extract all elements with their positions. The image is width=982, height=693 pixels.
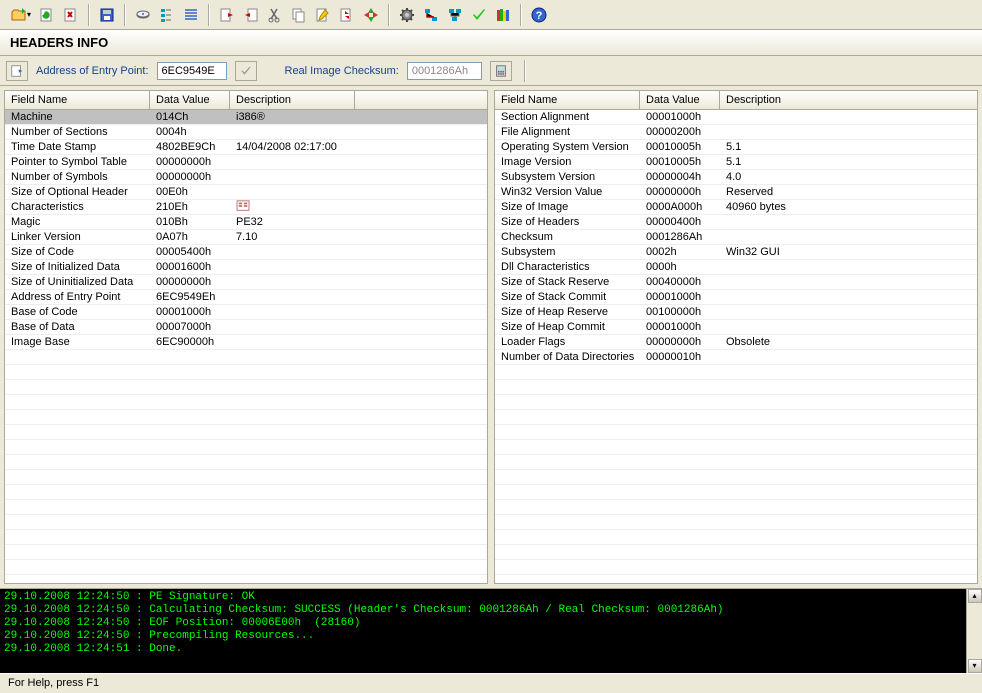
console-panel: 29.10.2008 12:24:50 : PE Signature: OK 2… bbox=[0, 588, 982, 673]
table-row[interactable]: Address of Entry Point6EC9549Eh bbox=[5, 290, 487, 305]
column-header[interactable]: Data Value bbox=[640, 91, 720, 109]
table-row[interactable]: File Alignment00000200h bbox=[495, 125, 977, 140]
apply-button[interactable] bbox=[235, 61, 257, 81]
import-button[interactable] bbox=[240, 4, 262, 26]
table-row[interactable]: Size of Code00005400h bbox=[5, 245, 487, 260]
checksum-input bbox=[407, 62, 482, 80]
table-row[interactable]: Number of Data Directories00000010h bbox=[495, 350, 977, 365]
help-button[interactable]: ? bbox=[528, 4, 550, 26]
table-row[interactable]: Linker Version0A07h7.10 bbox=[5, 230, 487, 245]
export-button[interactable] bbox=[216, 4, 238, 26]
table-row[interactable]: Base of Code00001000h bbox=[5, 305, 487, 320]
table-row[interactable]: Subsystem0002hWin32 GUI bbox=[495, 245, 977, 260]
tables-container: Field NameData ValueDescription Machine0… bbox=[0, 86, 982, 588]
table-row[interactable]: Dll Characteristics0000h bbox=[495, 260, 977, 275]
entry-point-input[interactable] bbox=[157, 62, 227, 80]
log-output[interactable]: 29.10.2008 12:24:50 : PE Signature: OK 2… bbox=[0, 589, 966, 673]
column-header[interactable]: Field Name bbox=[5, 91, 150, 109]
table-row[interactable]: Size of Optional Header00E0h bbox=[5, 185, 487, 200]
entry-point-label: Address of Entry Point: bbox=[36, 65, 149, 77]
table-row[interactable]: Size of Initialized Data00001600h bbox=[5, 260, 487, 275]
left-table-body[interactable]: Machine014Chi386®Number of Sections0004h… bbox=[5, 110, 487, 583]
table-row[interactable]: Size of Stack Commit00001000h bbox=[495, 290, 977, 305]
open-dropdown-button[interactable] bbox=[4, 4, 34, 26]
main-toolbar: ? bbox=[0, 0, 982, 30]
copy-button[interactable] bbox=[288, 4, 310, 26]
edit-button[interactable] bbox=[312, 4, 334, 26]
books-button[interactable] bbox=[492, 4, 514, 26]
right-table-body[interactable]: Section Alignment00001000hFile Alignment… bbox=[495, 110, 977, 583]
cut-button[interactable] bbox=[264, 4, 286, 26]
table-row[interactable]: Loader Flags00000000hObsolete bbox=[495, 335, 977, 350]
table-row[interactable]: Magic010BhPE32 bbox=[5, 215, 487, 230]
link-button[interactable] bbox=[444, 4, 466, 26]
table-row[interactable]: Size of Heap Commit00001000h bbox=[495, 320, 977, 335]
table-row[interactable]: Size of Uninitialized Data00000000h bbox=[5, 275, 487, 290]
column-header[interactable]: Description bbox=[720, 91, 977, 109]
close-button[interactable] bbox=[60, 4, 82, 26]
table-row[interactable]: Image Version00010005h5.1 bbox=[495, 155, 977, 170]
refresh-button[interactable] bbox=[36, 4, 58, 26]
table-row[interactable]: Subsystem Version00000004h4.0 bbox=[495, 170, 977, 185]
page-title: HEADERS INFO bbox=[0, 30, 982, 56]
column-header[interactable]: Data Value bbox=[150, 91, 230, 109]
gear-button[interactable] bbox=[396, 4, 418, 26]
connect-button[interactable] bbox=[420, 4, 442, 26]
table-row[interactable]: Checksum0001286Ah bbox=[495, 230, 977, 245]
table-row[interactable]: Operating System Version00010005h5.1 bbox=[495, 140, 977, 155]
table-row[interactable]: Characteristics210Eh bbox=[5, 200, 487, 215]
swap-button[interactable] bbox=[336, 4, 358, 26]
svg-text:?: ? bbox=[536, 10, 543, 22]
table-row[interactable]: Section Alignment00001000h bbox=[495, 110, 977, 125]
table-row[interactable]: Size of Heap Reserve00100000h bbox=[495, 305, 977, 320]
status-bar: For Help, press F1 bbox=[0, 673, 982, 693]
table-row[interactable]: Size of Image0000A000h40960 bytes bbox=[495, 200, 977, 215]
right-table: Field NameData ValueDescription Section … bbox=[494, 90, 978, 584]
table-row[interactable]: Number of Symbols00000000h bbox=[5, 170, 487, 185]
table-row[interactable]: Win32 Version Value00000000hReserved bbox=[495, 185, 977, 200]
entry-icon-button[interactable] bbox=[6, 61, 28, 81]
nav-button[interactable] bbox=[360, 4, 382, 26]
console-scrollbar[interactable]: ▴ ▾ bbox=[966, 589, 982, 673]
table-row[interactable]: Size of Headers00000400h bbox=[495, 215, 977, 230]
save-button[interactable] bbox=[96, 4, 118, 26]
left-table: Field NameData ValueDescription Machine0… bbox=[4, 90, 488, 584]
table-row[interactable]: Size of Stack Reserve00040000h bbox=[495, 275, 977, 290]
flags-icon bbox=[230, 200, 355, 215]
table-row[interactable]: Time Date Stamp4802BE9Ch14/04/2008 02:17… bbox=[5, 140, 487, 155]
table-row[interactable]: Pointer to Symbol Table00000000h bbox=[5, 155, 487, 170]
calculator-button[interactable] bbox=[490, 61, 512, 81]
table-row[interactable]: Base of Data00007000h bbox=[5, 320, 487, 335]
disk-button[interactable] bbox=[132, 4, 154, 26]
table-row[interactable]: Number of Sections0004h bbox=[5, 125, 487, 140]
check-button[interactable] bbox=[468, 4, 490, 26]
table-row[interactable]: Image Base6EC90000h bbox=[5, 335, 487, 350]
scroll-down-button[interactable]: ▾ bbox=[968, 659, 982, 673]
list-button[interactable] bbox=[180, 4, 202, 26]
checksum-label: Real Image Checksum: bbox=[285, 65, 399, 77]
tree-button[interactable] bbox=[156, 4, 178, 26]
table-row[interactable]: Machine014Chi386® bbox=[5, 110, 487, 125]
column-header[interactable]: Description bbox=[230, 91, 355, 109]
column-header[interactable]: Field Name bbox=[495, 91, 640, 109]
entry-bar: Address of Entry Point: Real Image Check… bbox=[0, 56, 982, 86]
scroll-up-button[interactable]: ▴ bbox=[968, 589, 982, 603]
